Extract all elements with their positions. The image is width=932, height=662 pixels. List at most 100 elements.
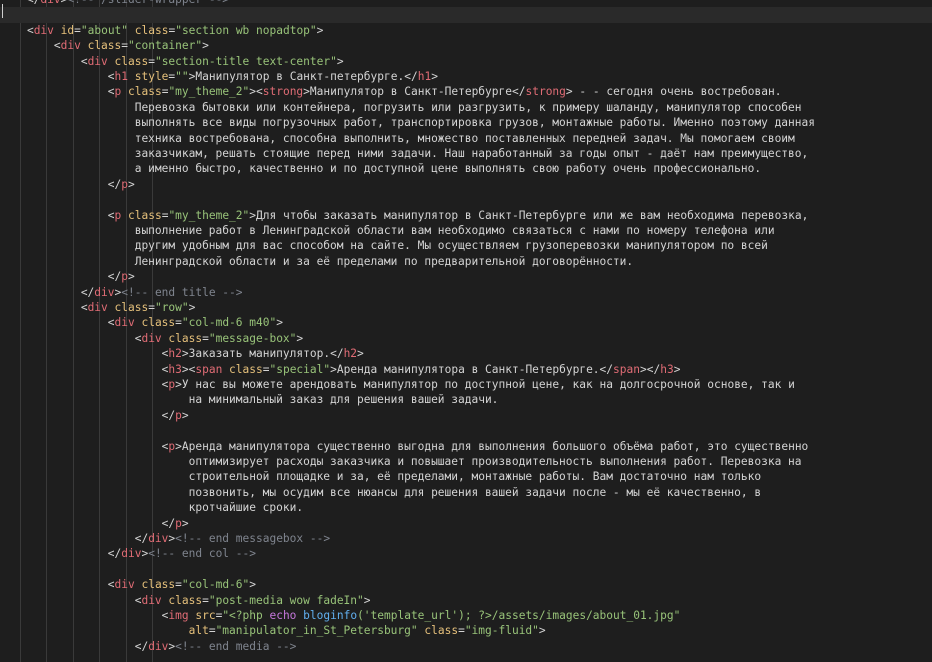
code-token: "my_theme_2" — [168, 85, 250, 99]
code-token: div — [121, 547, 142, 561]
code-token: p — [121, 270, 128, 284]
code-line[interactable]: <p>Аренда манипулятора существенно выгод… — [0, 439, 932, 454]
code-line[interactable]: а именно быстро, качественно и по доступ… — [0, 161, 932, 176]
code-line[interactable]: <p class="my_theme_2">Для чтобы заказать… — [0, 208, 932, 223]
code-line[interactable] — [0, 192, 932, 207]
code-line[interactable]: </p> — [0, 177, 932, 192]
code-line[interactable]: <div id="about" class="section wb nopadt… — [0, 23, 932, 38]
code-line[interactable]: выполнять все виды погрузочных работ, тр… — [0, 115, 932, 130]
code-token: > — [249, 578, 257, 592]
code-token: < — [0, 593, 142, 607]
code-line[interactable]: <div class="col-md-6 m40"> — [0, 315, 932, 330]
code-line[interactable]: </p> — [0, 408, 932, 423]
code-line[interactable]: <div class="section-title text-center"> — [0, 54, 932, 69]
code-token: </ — [404, 70, 418, 83]
code-token: < — [0, 301, 88, 314]
code-line[interactable]: <div class="post-media wow fadeIn"> — [0, 593, 932, 608]
code-token: Ленинградской области и за её пределами … — [0, 254, 634, 268]
code-line[interactable]: позвонить, мы осудим все нюансы для реше… — [0, 485, 932, 500]
code-token: - - сегодня очень востребован. — [572, 85, 782, 99]
code-line[interactable]: оптимизирует расходы заказчика и повышае… — [0, 454, 932, 469]
code-line[interactable]: <img src="<?php echo bloginfo('template_… — [0, 608, 932, 623]
code-line[interactable]: alt="manipulator_in_St_Petersburg" class… — [0, 623, 932, 638]
code-token: > — [181, 347, 189, 361]
code-line[interactable]: <div class="message-box"> — [0, 331, 932, 346]
code-token: > — [175, 439, 182, 453]
code-token: div — [87, 301, 108, 314]
code-line[interactable]: заказчикам, решать стоящие перед ними за… — [0, 146, 932, 161]
code-line[interactable]: <h2>Заказать манипулятор.</h2> — [0, 346, 932, 361]
code-token: "section wb nopadtop" — [175, 23, 317, 37]
code-token: class — [121, 208, 162, 222]
code-line[interactable]: <p>У нас вы можете арендовать манипулято… — [0, 377, 932, 392]
code-token: style — [128, 70, 169, 83]
code-token: < — [0, 54, 88, 68]
code-token: Заказать манипулятор. — [188, 347, 331, 361]
code-token: <!-- end media --> — [175, 639, 297, 653]
code-line[interactable] — [0, 423, 932, 438]
code-token: </ — [512, 85, 526, 99]
code-line[interactable]: выполнение работ в Ленинградской области… — [0, 223, 932, 238]
code-line[interactable]: <div class="row"> — [0, 300, 932, 315]
code-line[interactable]: Ленинградской области и за её пределами … — [0, 254, 932, 269]
code-line[interactable]: на минимальный заказ для решения вашей з… — [0, 392, 932, 407]
code-token: = — [202, 331, 209, 345]
code-token: > — [673, 362, 681, 376]
code-line[interactable]: </p> — [0, 516, 932, 531]
code-line[interactable]: <p class="my_theme_2"><strong>Манипулято… — [0, 84, 932, 99]
code-token: <!-- end col --> — [148, 547, 256, 561]
code-token: > — [181, 408, 189, 422]
code-token: </ — [0, 270, 122, 284]
code-token: = — [458, 624, 465, 638]
code-line[interactable]: </div><!-- end messagebox --> — [0, 531, 932, 546]
code-token: "message-box" — [208, 331, 297, 345]
code-line[interactable]: <h1 style="">Манипулятор в Санкт-петербу… — [0, 69, 932, 84]
code-editor[interactable]: </div><!-- /slider-wrapper --> <div id="… — [0, 0, 932, 662]
code-line[interactable]: </div><!-- end col --> — [0, 546, 932, 561]
code-line[interactable]: кротчайшие сроки. — [0, 500, 932, 515]
code-token: Манипулятор в Санкт-петербурге. — [195, 70, 405, 83]
code-token: div — [94, 285, 115, 299]
code-token: >< — [249, 85, 263, 99]
code-line[interactable]: другим удобным для вас способом на сайте… — [0, 238, 932, 253]
code-token: </ — [0, 408, 176, 422]
code-line[interactable]: </div><!-- end title --> — [0, 285, 932, 300]
code-line[interactable]: <div class="col-md-6"> — [0, 577, 932, 592]
code-line[interactable]: строительной площадке и за, её пределами… — [0, 469, 932, 484]
code-token: </ — [0, 285, 95, 299]
code-token: p — [175, 408, 182, 422]
code-token: div — [148, 532, 169, 545]
code-token: "manipulator_in_St_Petersburg" — [215, 624, 418, 638]
code-token: h1 — [417, 70, 432, 83]
code-line[interactable]: <div class="container"> — [0, 38, 932, 53]
code-line[interactable]: </div><!-- end media --> — [0, 639, 932, 654]
code-line[interactable]: </p> — [0, 269, 932, 284]
code-token: class — [134, 578, 176, 592]
code-token: </ — [0, 639, 149, 653]
code-token: > — [128, 270, 135, 284]
code-token: div — [33, 23, 54, 37]
code-token: div — [40, 0, 60, 6]
code-line[interactable]: </div><!-- /slider-wrapper --> — [0, 0, 932, 7]
code-line[interactable] — [0, 7, 932, 23]
code-token: "" — [175, 70, 189, 83]
code-line[interactable]: техника востребована, способна выполнить… — [0, 131, 932, 146]
code-token: span — [613, 362, 640, 376]
code-line[interactable] — [0, 562, 932, 577]
code-token: > — [565, 85, 573, 99]
code-line[interactable]: Перевозка бытовки или контейнера, погруз… — [0, 100, 932, 115]
code-token: позвонить, мы осудим все нюансы для реше… — [0, 485, 762, 499]
code-token: выполнять все виды погрузочных работ, тр… — [0, 116, 815, 130]
code-token: < — [0, 85, 115, 99]
code-token: = — [148, 54, 155, 68]
code-token: < — [0, 578, 115, 592]
code-token: </ — [0, 177, 122, 191]
code-token: >< — [181, 362, 196, 376]
code-token: = — [175, 316, 182, 330]
code-token: h3 — [660, 362, 674, 376]
code-token: div — [114, 578, 135, 592]
code-line[interactable]: <h3><span class="special">Аренда манипул… — [0, 362, 932, 377]
code-token: > — [128, 177, 135, 191]
code-token: "container" — [128, 39, 203, 53]
code-token: < — [0, 316, 115, 330]
